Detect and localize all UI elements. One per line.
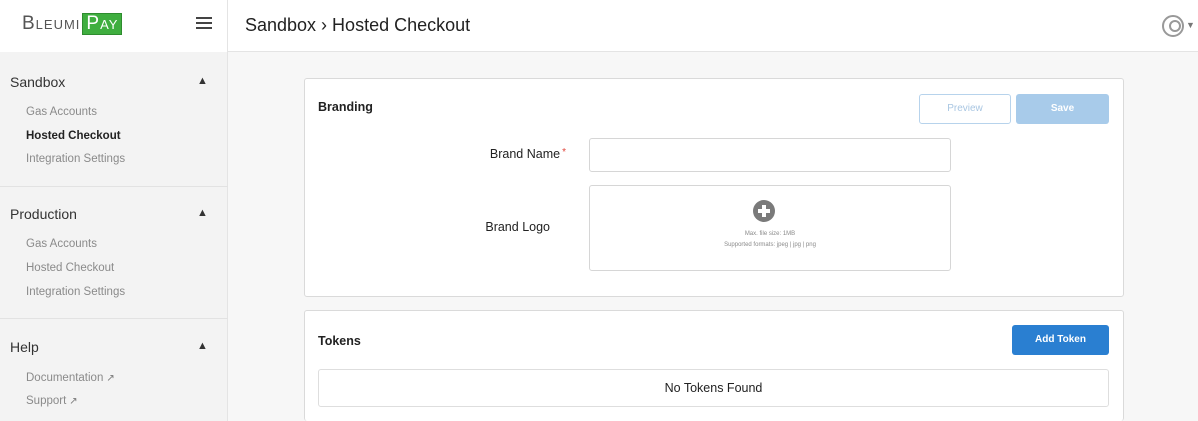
sidebar-item-documentation[interactable]: Documentation ↗ [26,372,115,384]
sidebar-divider [0,318,228,319]
sidebar-section-title: Help [10,339,39,355]
preview-button[interactable]: Preview [919,94,1011,124]
brand-logo-upload[interactable]: Max. file size: 1MB Supported formats: j… [589,185,951,271]
brand-name-input[interactable] [589,138,951,172]
brand-logo[interactable]: Bleumi Pay [22,13,123,35]
formats-hint: Supported formats: jpeg | jpg | png [724,242,816,248]
branding-title: Branding [318,100,373,114]
plus-circle-icon [753,200,775,222]
sidebar-section-title: Sandbox [10,74,66,90]
sidebar-divider [0,186,228,187]
brand-name-label-text: Brand Name [489,147,561,161]
hamburger-icon[interactable] [196,17,212,31]
required-marker: * [562,147,566,158]
chevron-up-icon: ▲ [197,340,208,352]
sidebar-item-hosted-checkout[interactable]: Hosted Checkout [26,262,114,274]
sidebar-section-help[interactable]: Help ▲ [0,335,228,359]
user-icon[interactable] [1162,15,1184,37]
external-link-icon: ↗ [69,396,78,407]
sidebar-item-integration-settings[interactable]: Integration Settings [26,153,125,165]
add-token-button[interactable]: Add Token [1012,325,1109,355]
sidebar-section-production[interactable]: Production ▲ [0,202,228,226]
sidebar-item-integration-settings[interactable]: Integration Settings [26,286,125,298]
max-size-hint: Max. file size: 1MB [744,231,796,237]
sidebar-item-support[interactable]: Support ↗ [26,395,78,407]
tokens-title: Tokens [318,334,361,348]
sidebar: Sandbox ▲ Gas Accounts Hosted Checkout I… [0,52,228,421]
caret-down-icon[interactable]: ▼ [1186,20,1195,30]
logo-area: Bleumi Pay [0,0,228,52]
chevron-up-icon: ▲ [197,75,208,87]
sidebar-item-label: Documentation [26,372,104,384]
top-header: Bleumi Pay Sandbox › Hosted Checkout ▼ [0,0,1198,52]
brand-logo-label: Brand Logo [485,220,550,234]
no-tokens-message: No Tokens Found [318,369,1109,407]
brand-logo-part2: Pay [82,13,123,35]
brand-name-label: Brand Name * [440,147,566,161]
sidebar-item-gas-accounts[interactable]: Gas Accounts [26,106,97,118]
sidebar-section-title: Production [10,206,77,222]
chevron-up-icon: ▲ [197,207,208,219]
external-link-icon: ↗ [106,373,115,384]
sidebar-item-gas-accounts[interactable]: Gas Accounts [26,238,97,250]
save-button[interactable]: Save [1016,94,1109,124]
breadcrumb: Sandbox › Hosted Checkout [245,15,471,35]
sidebar-item-hosted-checkout[interactable]: Hosted Checkout [26,130,121,142]
sidebar-section-sandbox[interactable]: Sandbox ▲ [0,70,228,94]
brand-logo-part1: Bleumi [22,13,81,34]
sidebar-item-label: Support [26,395,67,407]
